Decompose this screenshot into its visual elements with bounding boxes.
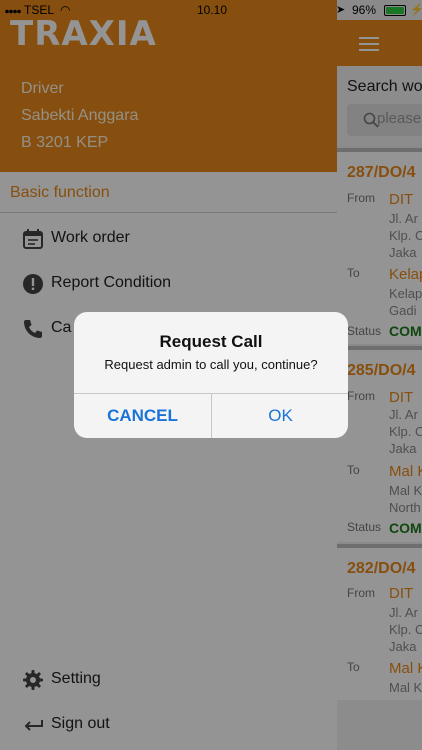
request-call-dialog: Request Call Request admin to call you, …	[74, 312, 348, 438]
dialog-title: Request Call	[159, 332, 263, 351]
ok-button[interactable]: OK	[212, 394, 348, 438]
cancel-button[interactable]: CANCEL	[74, 394, 211, 438]
dialog-message: Request admin to call you, continue?	[104, 357, 318, 372]
